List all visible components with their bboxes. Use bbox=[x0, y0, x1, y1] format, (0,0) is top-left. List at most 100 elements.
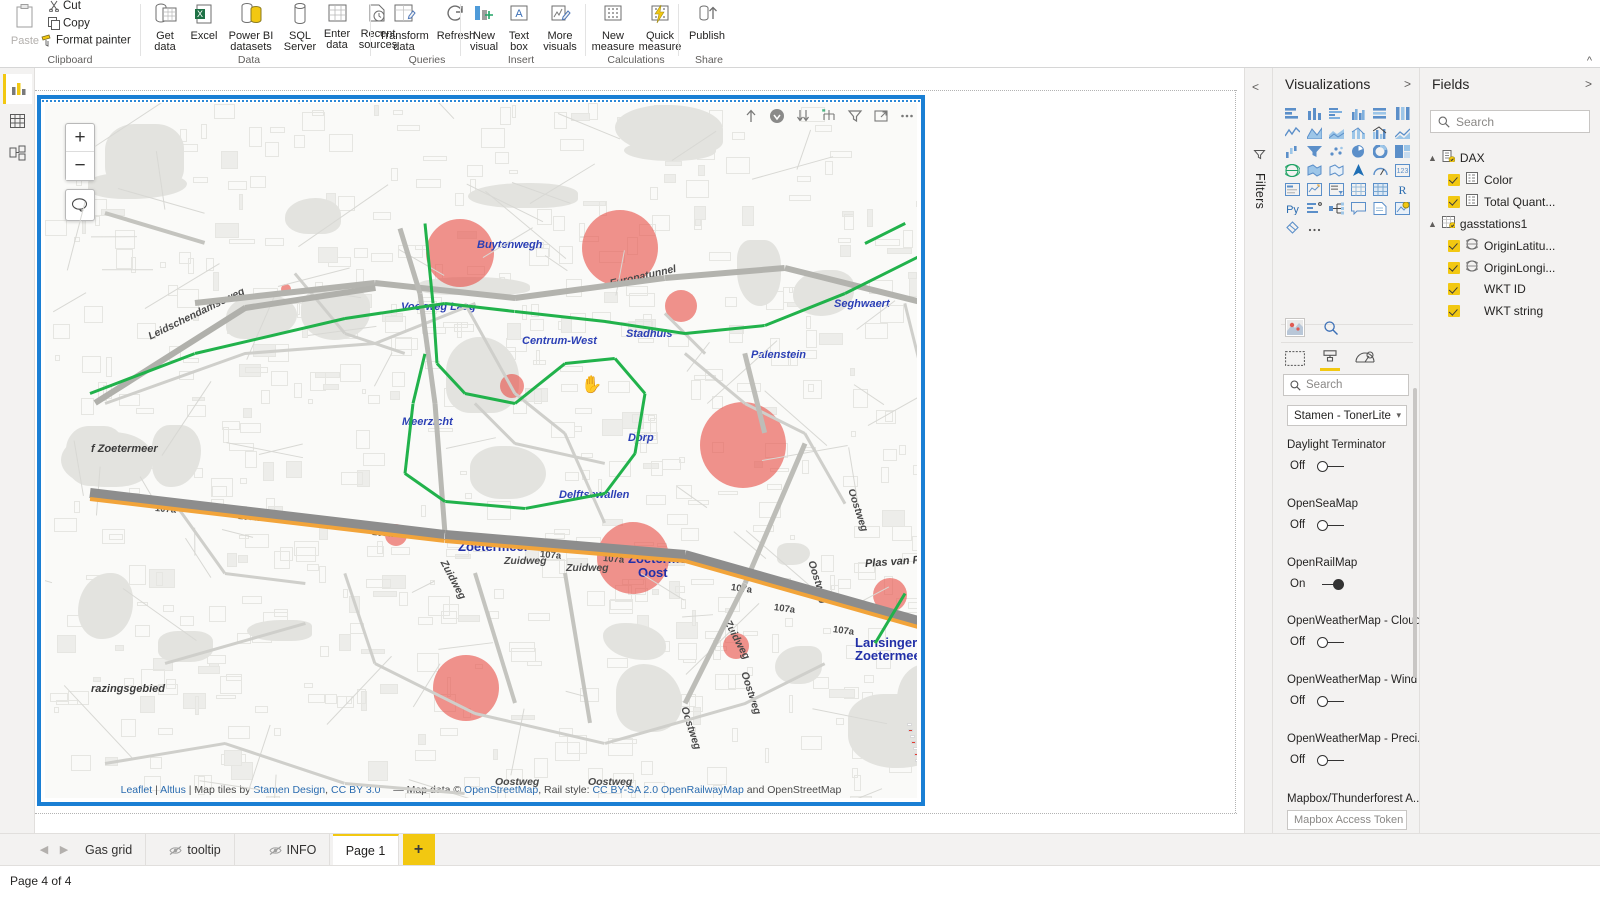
viz-type-100-stacked-bar-chart-icon[interactable] bbox=[1369, 104, 1391, 123]
fields-search-input[interactable]: Search bbox=[1430, 110, 1590, 133]
field-item-OriginLatitu[interactable]: OriginLatitu... bbox=[1448, 238, 1555, 253]
format-search-input[interactable]: Search bbox=[1283, 374, 1409, 396]
viz-type-line-chart-icon[interactable] bbox=[1281, 123, 1303, 142]
transform-data-button[interactable]: Transform data bbox=[375, 3, 433, 54]
new-visual-button[interactable]: New visual bbox=[465, 3, 503, 54]
viz-type-shape-map-icon[interactable] bbox=[1325, 161, 1347, 180]
more-options-icon[interactable] bbox=[899, 108, 915, 124]
page-tab-page-1[interactable]: Page 1 bbox=[332, 834, 400, 866]
filters-pane-collapsed[interactable]: < Filters bbox=[1244, 68, 1273, 833]
visual-settings-tabs[interactable] bbox=[1285, 350, 1413, 371]
sidebar-item-data-view[interactable] bbox=[3, 106, 32, 136]
viz-type-decomposition-tree-icon[interactable] bbox=[1325, 199, 1347, 218]
attribution-osm-link[interactable]: OpenStreetMap bbox=[464, 784, 538, 796]
visual-header-toolbar[interactable] bbox=[743, 105, 915, 127]
tab-analytics[interactable] bbox=[1355, 350, 1375, 371]
expand-filters-icon[interactable]: < bbox=[1252, 80, 1259, 94]
tab-format[interactable] bbox=[1320, 350, 1340, 371]
enter-data-button[interactable]: Enter data bbox=[319, 3, 355, 52]
map-data-bubble[interactable] bbox=[426, 219, 494, 287]
get-data-button[interactable]: Get data bbox=[145, 3, 185, 54]
viz-type-paginated-report-icon[interactable] bbox=[1369, 199, 1391, 218]
viz-type-table-icon[interactable] bbox=[1347, 180, 1369, 199]
text-box-button[interactable]: A Text box bbox=[503, 3, 535, 54]
powerbi-datasets-button[interactable]: Power BI datasets bbox=[223, 3, 279, 54]
attribution-ccbysa-link[interactable]: CC BY-SA 2.0 bbox=[592, 784, 658, 796]
viz-type-donut-chart-icon[interactable] bbox=[1369, 142, 1391, 161]
mapbox-token-input[interactable]: Mapbox Access Token /... bbox=[1287, 810, 1407, 830]
zoom-in-button[interactable]: + bbox=[66, 124, 94, 152]
viz-type-ribbon-chart-icon[interactable] bbox=[1391, 123, 1413, 142]
excel-button[interactable]: X Excel bbox=[186, 3, 222, 42]
format-painter-button[interactable]: Format painter bbox=[41, 34, 131, 47]
viz-type-more-options-icon[interactable] bbox=[1303, 218, 1325, 237]
quick-measure-button[interactable]: Quick measure bbox=[636, 3, 684, 54]
field-item-WKTID[interactable]: WKT ID bbox=[1448, 282, 1526, 296]
selected-visual-icon[interactable] bbox=[1285, 318, 1305, 337]
filter-icon[interactable] bbox=[847, 108, 863, 124]
viz-type-waterfall-chart-icon[interactable] bbox=[1281, 142, 1303, 161]
chevron-up-icon[interactable]: ▲ bbox=[1428, 219, 1437, 229]
viz-type-matrix-icon[interactable] bbox=[1369, 180, 1391, 199]
setting-toggle[interactable] bbox=[1317, 519, 1345, 531]
viz-type-power-apps-icon[interactable] bbox=[1281, 218, 1303, 237]
viz-type-clustered-bar-chart-icon[interactable] bbox=[1325, 104, 1347, 123]
setting-toggle[interactable] bbox=[1317, 578, 1345, 590]
viz-type-key-influencers-icon[interactable] bbox=[1303, 199, 1325, 218]
attribution-stamen-link[interactable]: Stamen Design bbox=[253, 784, 325, 796]
next-page-arrow[interactable]: ▶ bbox=[56, 843, 72, 856]
drill-up-icon[interactable] bbox=[743, 108, 759, 124]
zoom-out-button[interactable]: − bbox=[66, 152, 94, 180]
page-tab-tooltip[interactable]: tooltip bbox=[156, 834, 235, 866]
expand-fields-icon[interactable]: > bbox=[1585, 77, 1592, 91]
map-data-bubble[interactable] bbox=[700, 402, 786, 488]
new-measure-button[interactable]: New measure bbox=[590, 3, 636, 54]
sql-server-button[interactable]: SQL Server bbox=[281, 3, 319, 54]
field-item-WKTstring[interactable]: WKT string bbox=[1448, 304, 1543, 318]
field-checkbox[interactable] bbox=[1448, 283, 1460, 295]
prev-page-arrow[interactable]: ◀ bbox=[36, 843, 52, 856]
setting-toggle[interactable] bbox=[1317, 754, 1345, 766]
collapse-ribbon-button[interactable]: ^ bbox=[1587, 55, 1592, 67]
map-data-bubble[interactable] bbox=[433, 655, 499, 721]
map-visual[interactable]: Buytenwegh Voorweg Laag Europatunnel Seghwa… bbox=[45, 103, 917, 798]
viz-type-line-stacked-column-chart-icon[interactable] bbox=[1347, 123, 1369, 142]
viz-type-azure-map-icon[interactable] bbox=[1347, 161, 1369, 180]
attribution-leaflet-link[interactable]: Leaflet bbox=[121, 784, 153, 796]
visualization-type-grid[interactable]: 123 R Py bbox=[1281, 104, 1413, 237]
page-tab-gas-grid[interactable]: Gas grid bbox=[72, 834, 147, 866]
viz-type-scatter-chart-icon[interactable] bbox=[1325, 142, 1347, 161]
focus-mode-icon[interactable] bbox=[873, 108, 889, 124]
get-more-visuals-icon[interactable] bbox=[1323, 320, 1339, 336]
field-checkbox[interactable] bbox=[1448, 173, 1460, 186]
viz-type-pie-chart-icon[interactable] bbox=[1347, 142, 1369, 161]
visualizations-scrollbar[interactable] bbox=[1413, 388, 1417, 678]
viz-type-slicer-icon[interactable] bbox=[1325, 180, 1347, 199]
viz-type-filled-map-icon[interactable] bbox=[1303, 161, 1325, 180]
field-checkbox[interactable] bbox=[1448, 195, 1460, 208]
viz-type-100-stacked-column-chart-icon[interactable] bbox=[1391, 104, 1413, 123]
viz-type-stacked-area-chart-icon[interactable] bbox=[1325, 123, 1347, 142]
viz-type-card-icon[interactable]: 123 bbox=[1391, 161, 1413, 180]
tab-fields[interactable] bbox=[1285, 351, 1305, 371]
field-table-DAX[interactable]: ▲ DAX bbox=[1428, 150, 1485, 165]
report-canvas[interactable]: Buytenwegh Voorweg Laag Europatunnel Seghwa… bbox=[35, 68, 1244, 833]
basemap-select[interactable]: Stamen - TonerLite ▾ bbox=[1287, 405, 1407, 426]
viz-type-smart-narrative-icon[interactable] bbox=[1347, 199, 1369, 218]
sidebar-item-report-view[interactable] bbox=[3, 74, 32, 104]
map-visual-container[interactable]: Buytenwegh Voorweg Laag Europatunnel Seghwa… bbox=[37, 95, 925, 806]
attribution-orm-link[interactable]: OpenRailwayMap bbox=[661, 784, 744, 796]
field-table-gasstations1[interactable]: ▲ gasstations1 bbox=[1428, 216, 1527, 231]
viz-type-area-chart-icon[interactable] bbox=[1303, 123, 1325, 142]
paste-button[interactable]: Paste bbox=[6, 4, 44, 47]
viz-type-custom-visual-icon[interactable] bbox=[1391, 199, 1413, 218]
field-item-TotalQuant[interactable]: Total Quant... bbox=[1448, 194, 1555, 209]
viz-type-multi-row-card-icon[interactable] bbox=[1281, 180, 1303, 199]
drill-down-toggle-icon[interactable] bbox=[769, 108, 785, 124]
viz-type-clustered-column-chart-icon[interactable] bbox=[1347, 104, 1369, 123]
viz-type-map-icon[interactable] bbox=[1281, 161, 1303, 180]
copy-button[interactable]: Copy bbox=[48, 17, 90, 30]
viz-type-funnel-icon[interactable] bbox=[1303, 142, 1325, 161]
viz-type-r-script-visual-icon[interactable]: R bbox=[1391, 180, 1413, 199]
expand-all-icon[interactable] bbox=[795, 108, 811, 124]
